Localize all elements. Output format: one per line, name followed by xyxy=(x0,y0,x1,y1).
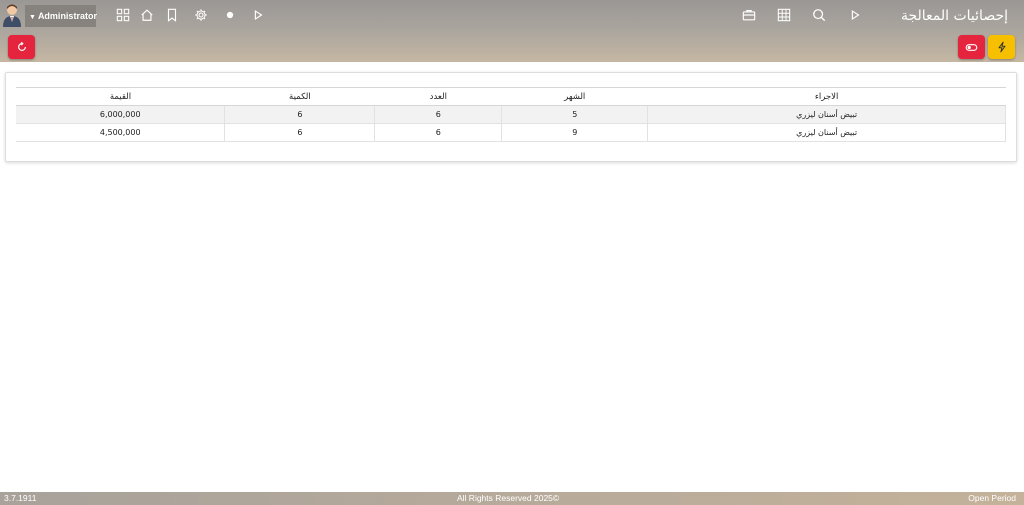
table-row[interactable]: تبيض أسنان ليزري 9 6 6 4,500,000 xyxy=(16,123,1006,142)
procedure-cell: تبيض أسنان ليزري xyxy=(647,123,1006,142)
gear-icon[interactable] xyxy=(192,6,210,24)
column-header-quantity[interactable]: الكمية xyxy=(224,87,375,106)
quantity-cell: 6 xyxy=(224,123,375,142)
value-cell: 4,500,000 xyxy=(16,123,225,142)
month-cell: 9 xyxy=(501,123,648,142)
statistics-panel: الاجراء الشهر العدد الكمية القيمة تبيض أ… xyxy=(5,72,1017,162)
play-icon[interactable] xyxy=(249,6,267,24)
month-cell: 5 xyxy=(501,105,648,124)
refresh-icon xyxy=(17,41,26,51)
toggle-icon xyxy=(965,43,978,51)
refresh-button[interactable] xyxy=(8,35,35,59)
column-header-procedure[interactable]: الاجراء xyxy=(647,87,1006,106)
user-menu-button[interactable]: ▼ Administrator xyxy=(25,5,97,27)
grid-icon[interactable] xyxy=(775,6,793,24)
page-title: إحصائيات المعالجة xyxy=(900,8,1008,24)
table-header-row: الاجراء الشهر العدد الكمية القيمة xyxy=(16,87,1006,106)
bookmark-icon[interactable] xyxy=(163,6,181,24)
copyright-label: All Rights Reserved 2025© xyxy=(457,493,560,503)
toggle-button[interactable] xyxy=(958,35,985,59)
procedure-cell: تبيض أسنان ليزري xyxy=(647,105,1006,124)
footer-bar: 3.7.1911 All Rights Reserved 2025© Open … xyxy=(0,492,1024,505)
apps-icon[interactable] xyxy=(114,6,132,24)
statistics-table: الاجراء الشهر العدد الكمية القيمة تبيض أ… xyxy=(16,87,1006,142)
version-label: 3.7.1911 xyxy=(4,493,37,503)
briefcase-icon[interactable] xyxy=(740,6,758,24)
avatar xyxy=(2,3,22,27)
count-cell: 6 xyxy=(374,123,502,142)
period-status[interactable]: Open Period xyxy=(968,493,1016,504)
column-header-month[interactable]: الشهر xyxy=(501,87,648,106)
table-row[interactable]: تبيض أسنان ليزري 5 6 6 6,000,000 xyxy=(16,105,1006,124)
flash-button[interactable] xyxy=(988,35,1015,59)
home-icon[interactable] xyxy=(138,6,156,24)
quantity-cell: 6 xyxy=(224,105,375,124)
play-icon[interactable] xyxy=(846,6,864,24)
column-header-count[interactable]: العدد xyxy=(374,87,502,106)
count-cell: 6 xyxy=(374,105,502,124)
user-name: Administrator xyxy=(37,11,97,21)
dot-icon[interactable] xyxy=(221,6,239,24)
lightning-icon xyxy=(998,41,1005,53)
value-cell: 6,000,000 xyxy=(16,105,225,124)
top-bar: إحصائيات المعالجة ▼ Administrator xyxy=(0,0,1024,62)
search-icon[interactable] xyxy=(810,6,828,24)
column-header-value[interactable]: القيمة xyxy=(16,87,225,106)
